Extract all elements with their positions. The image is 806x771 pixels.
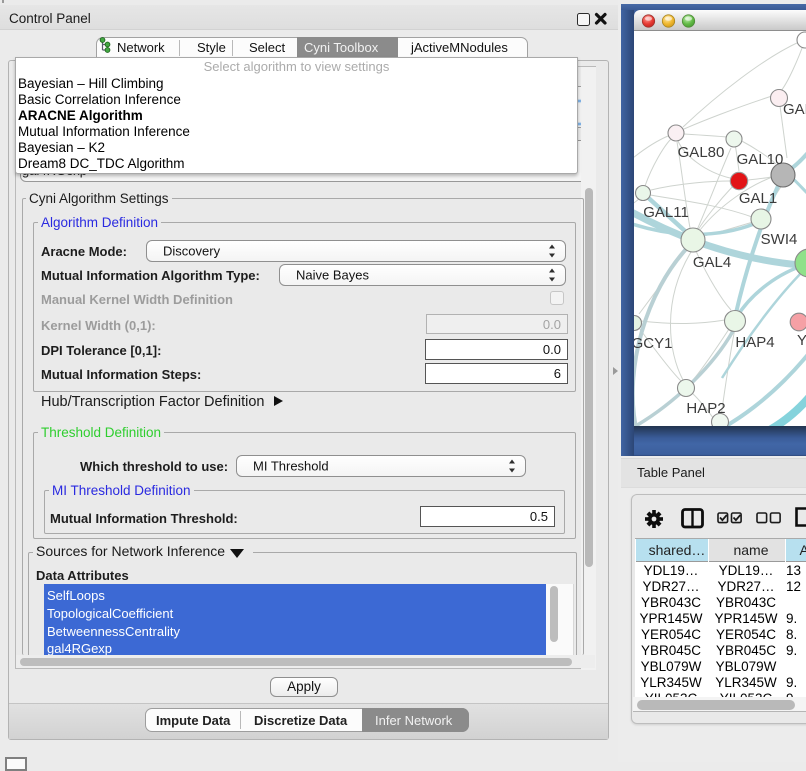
svg-text:HAP2: HAP2 — [686, 400, 725, 417]
svg-text:GAL10: GAL10 — [737, 151, 784, 168]
svg-text:HAP4: HAP4 — [735, 334, 774, 351]
svg-text:GAL4: GAL4 — [693, 254, 731, 271]
svg-text:GAL11: GAL11 — [643, 204, 689, 221]
svg-text:GAL80: GAL80 — [678, 144, 725, 161]
svg-text:SWI4: SWI4 — [761, 231, 798, 248]
svg-text:YM: YM — [797, 332, 806, 349]
svg-text:GAL1: GAL1 — [739, 190, 777, 207]
svg-text:GAL7: GAL7 — [783, 101, 806, 118]
svg-text:GCY1: GCY1 — [634, 335, 672, 352]
